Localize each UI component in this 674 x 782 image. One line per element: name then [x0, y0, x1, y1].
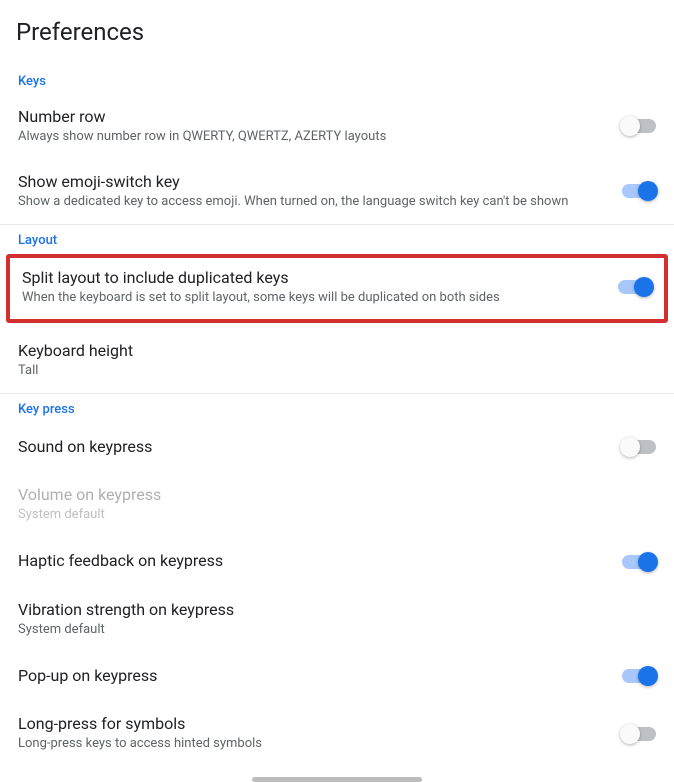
setting-subtitle: System default: [18, 621, 636, 639]
setting-subtitle: When the keyboard is set to split layout…: [22, 289, 598, 307]
setting-title: Split layout to include duplicated keys: [22, 268, 598, 287]
highlighted-setting: Split layout to include duplicated keys …: [6, 254, 668, 323]
toggle-popup[interactable]: [622, 669, 656, 683]
toggle-thumb: [620, 116, 640, 136]
setting-title: Pop-up on keypress: [18, 666, 602, 685]
setting-text: Volume on keypress System default: [18, 485, 656, 524]
setting-text: Sound on keypress: [18, 437, 622, 458]
section-header-keypress: Key press: [0, 394, 674, 423]
setting-text: Number row Always show number row in QWE…: [18, 107, 622, 146]
setting-title: Long-press for symbols: [18, 714, 602, 733]
setting-title: Vibration strength on keypress: [18, 600, 636, 619]
setting-subtitle: Tall: [18, 362, 636, 380]
toggle-haptic[interactable]: [622, 555, 656, 569]
section-header-keys: Keys: [0, 66, 674, 95]
toggle-thumb: [620, 437, 640, 457]
setting-emoji-switch[interactable]: Show emoji-switch key Show a dedicated k…: [0, 160, 674, 225]
toggle-thumb: [638, 552, 658, 572]
setting-text: Keyboard height Tall: [18, 341, 656, 380]
page-title: Preferences: [0, 0, 674, 66]
setting-popup[interactable]: Pop-up on keypress: [0, 652, 674, 702]
setting-volume: Volume on keypress System default: [0, 473, 674, 538]
setting-title: Show emoji-switch key: [18, 172, 602, 191]
setting-sound[interactable]: Sound on keypress: [0, 423, 674, 473]
toggle-thumb: [620, 724, 640, 744]
home-indicator: [252, 777, 422, 782]
toggle-sound[interactable]: [622, 440, 656, 454]
toggle-thumb: [638, 666, 658, 686]
setting-text: Split layout to include duplicated keys …: [22, 268, 618, 307]
setting-long-press[interactable]: Long-press for symbols Long-press keys t…: [0, 702, 674, 767]
setting-number-row[interactable]: Number row Always show number row in QWE…: [0, 95, 674, 160]
setting-split-layout[interactable]: Split layout to include duplicated keys …: [10, 258, 664, 319]
setting-text: Show emoji-switch key Show a dedicated k…: [18, 172, 622, 211]
toggle-split-layout[interactable]: [618, 280, 652, 294]
setting-text: Vibration strength on keypress System de…: [18, 600, 656, 639]
section-header-layout: Layout: [0, 225, 674, 254]
toggle-long-press[interactable]: [622, 727, 656, 741]
setting-haptic[interactable]: Haptic feedback on keypress: [0, 538, 674, 588]
setting-vibration[interactable]: Vibration strength on keypress System de…: [0, 588, 674, 653]
setting-text: Haptic feedback on keypress: [18, 551, 622, 572]
toggle-thumb: [638, 181, 658, 201]
setting-text: Long-press for symbols Long-press keys t…: [18, 714, 622, 753]
setting-subtitle: System default: [18, 506, 636, 524]
setting-text: Pop-up on keypress: [18, 666, 622, 687]
toggle-thumb: [634, 277, 654, 297]
setting-title: Number row: [18, 107, 602, 126]
setting-title: Keyboard height: [18, 341, 636, 360]
setting-subtitle: Show a dedicated key to access emoji. Wh…: [18, 193, 602, 211]
toggle-emoji-switch[interactable]: [622, 184, 656, 198]
setting-subtitle: Always show number row in QWERTY, QWERTZ…: [18, 128, 602, 146]
toggle-number-row[interactable]: [622, 119, 656, 133]
setting-subtitle: Long-press keys to access hinted symbols: [18, 735, 602, 753]
setting-title: Haptic feedback on keypress: [18, 551, 602, 570]
setting-title: Volume on keypress: [18, 485, 636, 504]
setting-title: Sound on keypress: [18, 437, 602, 456]
setting-keyboard-height[interactable]: Keyboard height Tall: [0, 329, 674, 394]
